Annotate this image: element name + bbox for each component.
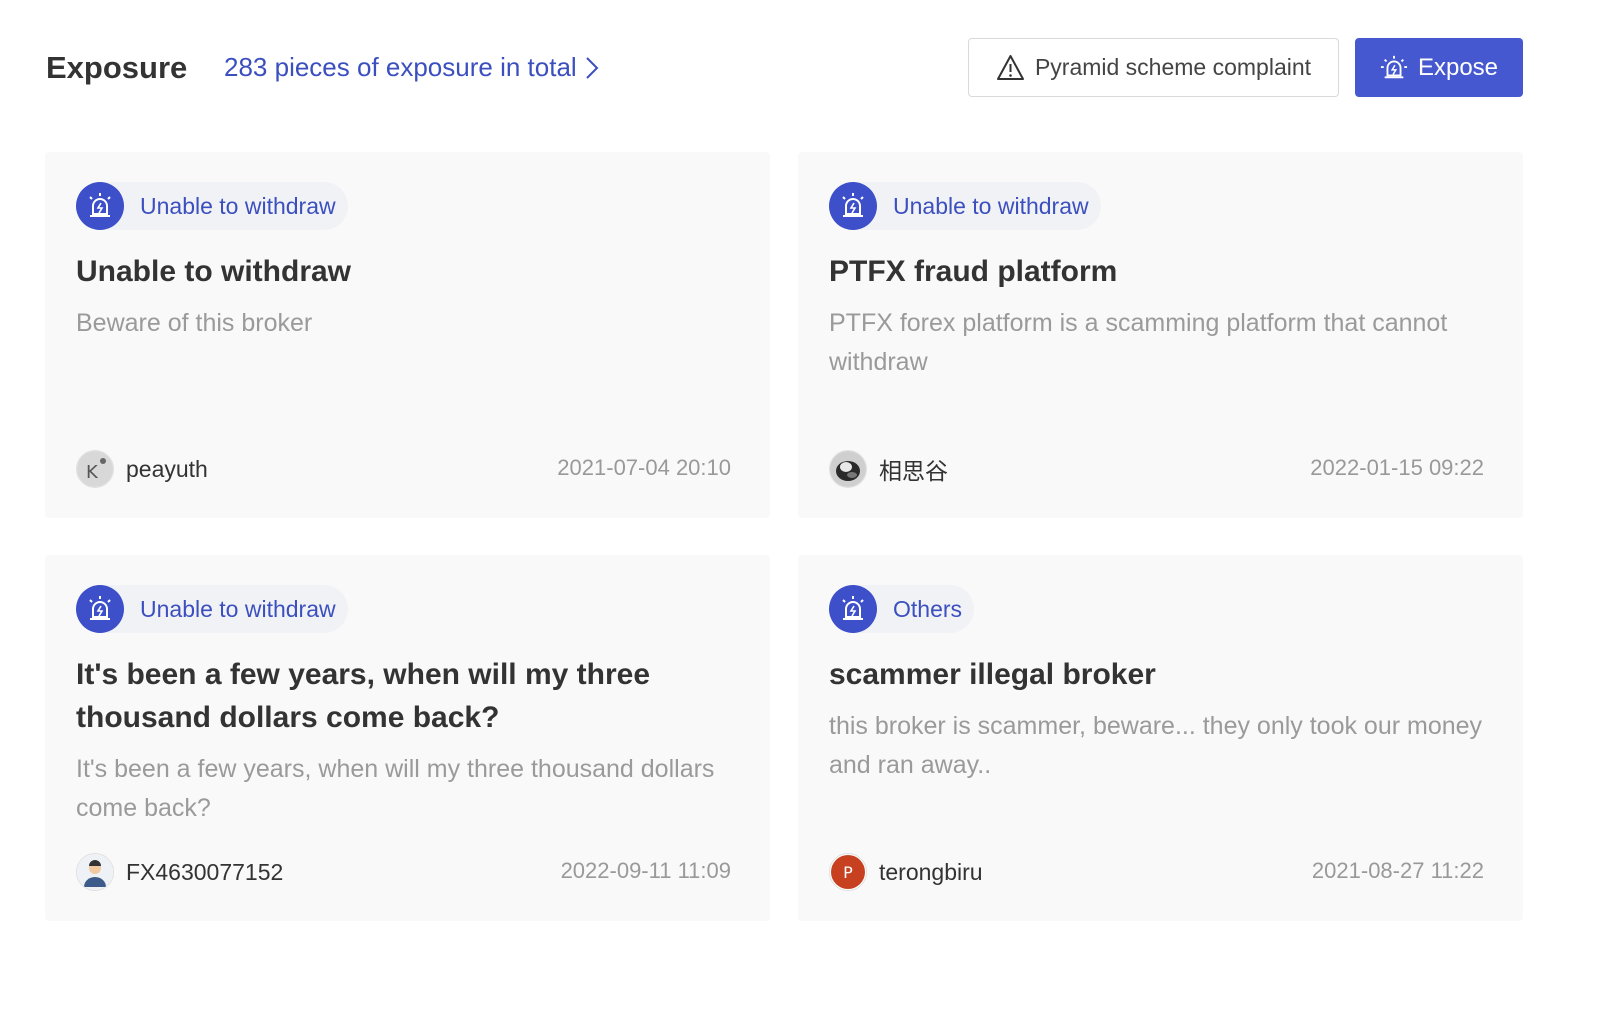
card-title[interactable]: PTFX fraud platform [829,250,1489,293]
category-tag[interactable]: Others [829,585,975,633]
page-header: Exposure 283 pieces of exposure in total… [46,38,1523,98]
pyramid-scheme-complaint-button[interactable]: Pyramid scheme complaint [968,38,1339,97]
card-description: PTFX forex platform is a scamming platfo… [829,309,1448,376]
category-tag-label: Unable to withdraw [140,192,336,219]
author-name: FX4630077152 [126,858,284,885]
exposure-card[interactable]: Others scammer illegal broker this broke… [798,555,1523,921]
card-author[interactable]: 相思谷 [829,450,948,488]
alarm-icon [829,182,877,230]
avatar: K [76,450,114,488]
card-author[interactable]: K peayuth [76,450,208,488]
expose-button-label: Expose [1417,53,1499,81]
category-tag-label: Unable to withdraw [893,192,1089,219]
card-date: 2022-09-11 11:09 [560,858,731,883]
card-date: 2021-08-27 11:22 [1311,858,1484,883]
card-date: 2022-01-15 09:22 [1310,455,1484,480]
avatar [76,853,114,891]
avatar [829,450,867,488]
category-tag-label: Unable to withdraw [140,595,336,622]
p-letter-avatar-icon: P [831,855,865,889]
exposure-card[interactable]: Unable to withdraw PTFX fraud platform P… [798,152,1523,518]
card-author[interactable]: P terongbiru [829,853,983,891]
category-tag[interactable]: Unable to withdraw [76,585,348,633]
photo-avatar-icon [830,451,866,487]
card-date: 2021-07-04 20:10 [557,455,731,480]
alarm-icon [76,182,124,230]
expose-button[interactable]: Expose [1355,38,1523,97]
exposure-total-label: 283 pieces of exposure in total [224,52,577,82]
warning-icon [996,55,1024,80]
chevron-right-icon [585,56,599,79]
author-name: peayuth [126,455,208,482]
author-name: 相思谷 [879,458,948,484]
author-name: terongbiru [879,858,983,885]
category-tag-label: Others [893,595,963,622]
card-title[interactable]: It's been a few years, when will my thre… [76,653,736,739]
category-tag[interactable]: Unable to withdraw [76,182,348,230]
svg-text:P: P [843,863,853,882]
exposure-total-link[interactable]: 283 pieces of exposure in total [224,52,601,83]
card-title[interactable]: Unable to withdraw [76,250,736,293]
exposure-card[interactable]: Unable to withdraw Unable to withdraw Be… [45,152,770,518]
svg-text:K: K [86,462,99,483]
alarm-icon [76,585,124,633]
k-letter-avatar-icon: K [77,451,113,487]
default-person-avatar-icon [77,854,113,890]
card-title[interactable]: scammer illegal broker [829,653,1489,696]
card-description: It's been a few years, when will my thre… [76,755,715,822]
category-tag[interactable]: Unable to withdraw [829,182,1101,230]
avatar: P [829,853,867,891]
exposure-card[interactable]: Unable to withdraw It's been a few years… [45,555,770,921]
alarm-icon [829,585,877,633]
alarm-icon [1380,55,1408,78]
card-description: this broker is scammer, beware... they o… [829,712,1483,779]
page-title: Exposure [46,50,188,85]
card-author[interactable]: FX4630077152 [76,853,283,891]
card-description: Beware of this broker [76,309,313,337]
complaint-button-label: Pyramid scheme complaint [1034,54,1312,80]
